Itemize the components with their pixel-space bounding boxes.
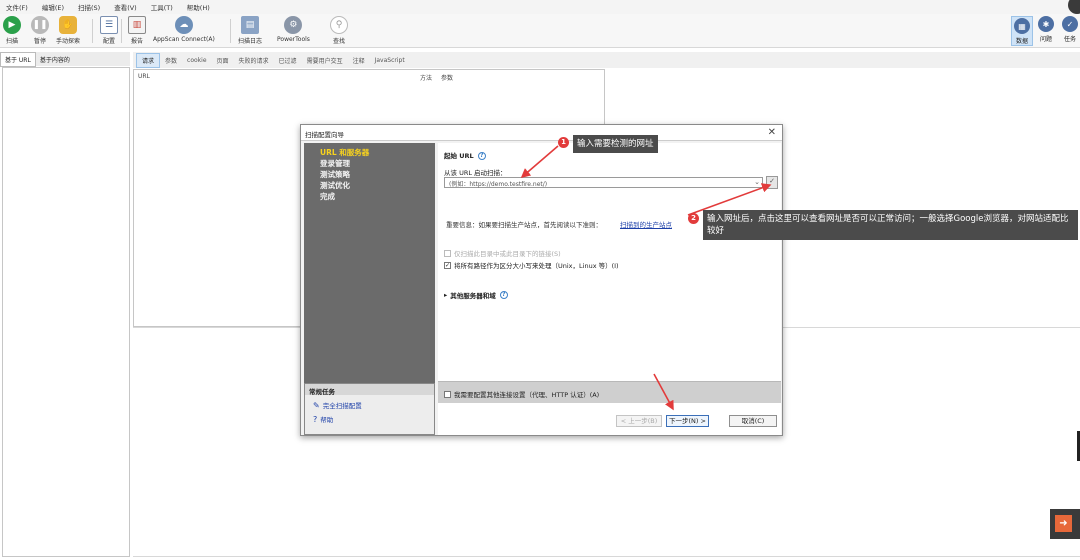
help-icon: ? bbox=[313, 414, 318, 424]
tab-comments[interactable]: 注释 bbox=[348, 54, 370, 67]
powertools-button[interactable]: ⚙ PowerTools bbox=[277, 16, 310, 43]
menu-file[interactable]: 文件(F) bbox=[6, 2, 28, 12]
cloud-upload-icon: ☁ bbox=[174, 16, 193, 34]
toolbar-separator bbox=[230, 19, 231, 43]
play-icon: ▶ bbox=[3, 16, 21, 34]
panel-divider bbox=[133, 556, 1080, 557]
report-chart-icon: ▥ bbox=[128, 16, 146, 34]
dialog-title: 扫描配置向导 bbox=[305, 131, 344, 139]
annotation-badge-2: 2 bbox=[688, 213, 699, 224]
connection-settings-strip: 我需要配置其他连接设置（代理、HTTP 认证）(A) bbox=[438, 381, 781, 403]
start-url-heading: 起始 URL? bbox=[444, 150, 486, 160]
log-icon: ▤ bbox=[241, 16, 259, 34]
tab-parameters[interactable]: 参数 bbox=[160, 54, 182, 67]
side-share-widget[interactable]: ➜ bbox=[1050, 509, 1080, 539]
column-params[interactable]: 参数 bbox=[441, 73, 453, 82]
scan-button[interactable]: ▶ 扫描 bbox=[3, 16, 21, 45]
nav-test-policy[interactable]: 测试策略 bbox=[320, 169, 350, 180]
wizard-nav-panel: URL 和服务器 登录管理 测试策略 测试优化 完成 常规任务 ✎ 完全扫描配置… bbox=[304, 143, 435, 435]
url-field-label: 从该 URL 启动扫描： bbox=[444, 169, 507, 177]
toolbar-separator bbox=[121, 19, 122, 43]
case-sensitive-checkbox[interactable]: ✓ 将所有路径作为区分大小写来处理（Unix，Linux 等）(I) bbox=[444, 260, 619, 270]
wrench-icon: ✎ bbox=[313, 400, 320, 410]
appscan-connect-button[interactable]: ☁ AppScan Connect(A) bbox=[153, 16, 215, 43]
common-tasks-panel: 常规任务 ✎ 完全扫描配置 ? 帮助 bbox=[304, 383, 435, 435]
check-icon: ✓ bbox=[1062, 16, 1078, 32]
config-list-icon: ☰ bbox=[100, 16, 118, 34]
data-icon: ▦ bbox=[1014, 18, 1030, 34]
browser-check-icon: ✓ bbox=[769, 177, 775, 185]
toolbar-separator bbox=[92, 19, 93, 43]
site-tree[interactable] bbox=[2, 67, 130, 557]
data-view-button[interactable]: ▦ 数据 bbox=[1011, 16, 1033, 46]
help-icon[interactable]: ? bbox=[477, 152, 486, 160]
gear-icon: ⚙ bbox=[284, 16, 303, 34]
tasks-view-button[interactable]: ✓ 任务 bbox=[1062, 16, 1078, 43]
next-button[interactable]: 下一步(N) > bbox=[666, 415, 709, 427]
result-tabs: 请求 参数 cookie 页面 失败的请求 已过滤 需要用户交互 注释 Java… bbox=[133, 52, 1080, 68]
arrow-right-icon: ➜ bbox=[1055, 515, 1072, 532]
issues-view-button[interactable]: ✱ 问题 bbox=[1038, 16, 1054, 43]
tab-user-interaction[interactable]: 需要用户交互 bbox=[302, 54, 348, 67]
help-icon[interactable]: ? bbox=[499, 291, 508, 299]
nav-url-servers[interactable]: URL 和服务器 bbox=[320, 147, 369, 158]
nav-test-optimization[interactable]: 测试优化 bbox=[320, 180, 350, 191]
annotation-badge-1: 1 bbox=[558, 137, 569, 148]
annotation-callout-1: 输入需要检测的网址 bbox=[573, 135, 658, 153]
checkbox-box bbox=[444, 390, 451, 398]
help-link[interactable]: ? 帮助 bbox=[313, 414, 333, 425]
tab-pages[interactable]: 页面 bbox=[212, 54, 234, 67]
tab-requests[interactable]: 请求 bbox=[136, 52, 161, 68]
menu-scan[interactable]: 扫描(S) bbox=[78, 2, 100, 12]
nav-complete[interactable]: 完成 bbox=[320, 191, 335, 202]
pause-button[interactable]: ❚❚ 暂停 bbox=[31, 16, 49, 45]
find-button[interactable]: ⚲ 查找 bbox=[330, 16, 348, 45]
checkbox-checked: ✓ bbox=[444, 261, 451, 269]
pause-icon: ❚❚ bbox=[31, 16, 49, 34]
wizard-content: 起始 URL? 从该 URL 启动扫描： (例如：https://demo.te… bbox=[438, 143, 781, 435]
menu-tools[interactable]: 工具(T) bbox=[151, 2, 173, 12]
checkbox-box bbox=[444, 249, 451, 257]
report-button[interactable]: ▥ 报告 bbox=[128, 16, 146, 45]
hand-icon: ✋ bbox=[59, 16, 77, 34]
production-note: 重要信息：如果要扫描生产站点，首先阅读以下准则： bbox=[446, 221, 602, 229]
manual-explore-button[interactable]: ✋ 手动探索 bbox=[56, 16, 80, 45]
chevron-down-icon[interactable]: ⌄ bbox=[754, 178, 760, 186]
triangle-right-icon: ▸ bbox=[444, 291, 448, 299]
menu-bar: 文件(F) 编辑(E) 扫描(S) 查看(V) 工具(T) 帮助(H) bbox=[0, 0, 1080, 14]
left-panel-tabs: 基于 URL 基于内容的 bbox=[0, 51, 130, 67]
dialog-title-bar: 扫描配置向导 ✕ bbox=[301, 125, 782, 141]
column-url[interactable]: URL bbox=[138, 73, 150, 80]
cancel-button[interactable]: 取消(C) bbox=[729, 415, 777, 427]
connection-settings-checkbox[interactable]: 我需要配置其他连接设置（代理、HTTP 认证）(A) bbox=[444, 389, 599, 399]
tab-javascript[interactable]: JavaScript bbox=[370, 55, 410, 66]
search-icon: ⚲ bbox=[330, 16, 348, 34]
menu-help[interactable]: 帮助(H) bbox=[187, 2, 210, 12]
request-table-header: URL 方法 参数 bbox=[134, 70, 604, 82]
bug-icon: ✱ bbox=[1038, 16, 1054, 32]
config-button[interactable]: ☰ 配置 bbox=[100, 16, 118, 45]
annotation-callout-2: 输入网址后，点击这里可以查看网址是否可以正常访问；一般选择Google浏览器，对… bbox=[703, 210, 1078, 240]
browse-url-button[interactable]: ✓ bbox=[766, 176, 778, 189]
tab-url-based[interactable]: 基于 URL bbox=[0, 51, 36, 67]
column-method[interactable]: 方法 bbox=[420, 73, 432, 82]
scan-log-button[interactable]: ▤ 扫描日志 bbox=[238, 16, 262, 45]
full-config-link[interactable]: ✎ 完全扫描配置 bbox=[313, 400, 362, 411]
tab-failed-requests[interactable]: 失败的请求 bbox=[234, 54, 274, 67]
scan-config-wizard-dialog: 扫描配置向导 ✕ URL 和服务器 登录管理 测试策略 测试优化 完成 常规任务… bbox=[300, 124, 783, 436]
production-guidelines-link[interactable]: 扫描到的生产站点 bbox=[620, 219, 672, 229]
tab-content-based[interactable]: 基于内容的 bbox=[36, 53, 74, 66]
close-icon[interactable]: ✕ bbox=[768, 127, 776, 138]
common-tasks-header: 常规任务 bbox=[305, 384, 434, 396]
menu-view[interactable]: 查看(V) bbox=[114, 2, 137, 12]
only-scan-dir-checkbox[interactable]: 仅扫描此目录中或此目录下的链接(S) bbox=[444, 248, 561, 258]
menu-edit[interactable]: 编辑(E) bbox=[42, 2, 64, 12]
tab-filtered[interactable]: 已过滤 bbox=[274, 54, 302, 67]
start-url-input[interactable]: (例如：https://demo.testfire.net/) ⌄ bbox=[444, 177, 763, 188]
toolbar: ▶ 扫描 ❚❚ 暂停 ✋ 手动探索 ☰ 配置 ▥ 报告 ☁ AppScan Co… bbox=[0, 14, 1080, 48]
tab-cookies[interactable]: cookie bbox=[182, 55, 211, 66]
back-button[interactable]: < 上一步(B) bbox=[616, 415, 662, 427]
other-servers-expander[interactable]: ▸ 其他服务器和域 ? bbox=[444, 290, 508, 300]
nav-login-management[interactable]: 登录管理 bbox=[320, 158, 350, 169]
